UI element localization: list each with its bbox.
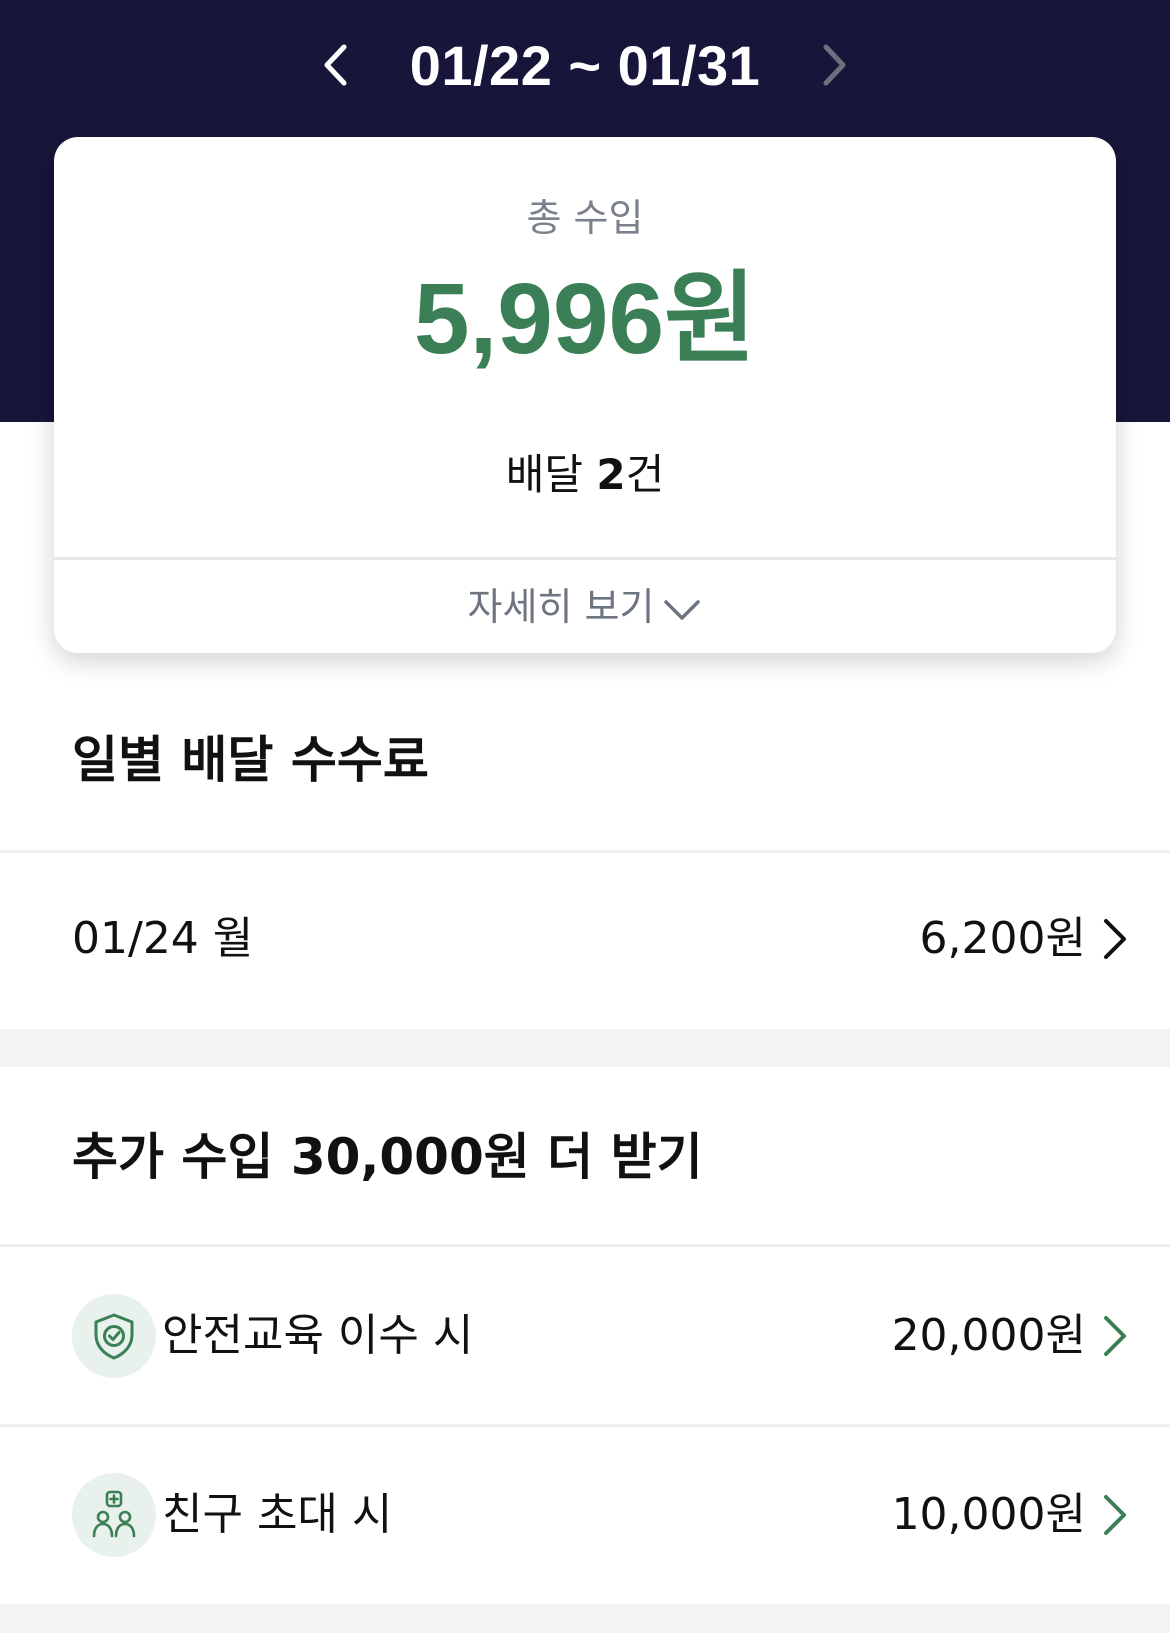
invite-friends-icon bbox=[72, 1473, 156, 1557]
daily-fee-title: 일별 배달 수수료 bbox=[72, 731, 429, 789]
next-period-button[interactable] bbox=[807, 40, 857, 90]
chevron-right-icon bbox=[1098, 915, 1130, 963]
total-income-card: 총 수입 5,996원 배달 2건 자세히 보기 bbox=[54, 137, 1116, 653]
bottom-gap bbox=[0, 1604, 1170, 1633]
date-range-title: 01/22 ~ 01/31 bbox=[409, 34, 761, 97]
daily-fee-row[interactable]: 01/24 월 6,200원 bbox=[0, 853, 1170, 1029]
delivery-count: 배달 2건 bbox=[54, 447, 1116, 503]
delivery-count-prefix: 배달 bbox=[505, 450, 597, 499]
chevron-left-icon bbox=[324, 44, 347, 86]
daily-fee-amount: 6,200원 bbox=[919, 913, 1086, 964]
previous-period-button[interactable] bbox=[313, 40, 363, 90]
extra-income-title: 추가 수입 30,000원 더 받기 bbox=[72, 1128, 703, 1186]
chevron-right-icon bbox=[1098, 1491, 1130, 1539]
section-gap bbox=[0, 1029, 1170, 1067]
invite-friends-row[interactable]: 친구 초대 시 10,000원 bbox=[0, 1427, 1170, 1604]
chevron-right-icon bbox=[823, 44, 846, 86]
invite-friends-amount: 10,000원 bbox=[891, 1489, 1086, 1540]
safety-training-row[interactable]: 안전교육 이수 시 20,000원 bbox=[0, 1247, 1170, 1424]
safety-training-amount: 20,000원 bbox=[891, 1310, 1086, 1361]
total-income-amount: 5,996원 bbox=[413, 263, 757, 375]
view-details-button[interactable]: 자세히 보기 bbox=[54, 560, 1116, 653]
safety-training-label: 안전교육 이수 시 bbox=[162, 1310, 474, 1361]
daily-fee-date: 01/24 월 bbox=[72, 913, 254, 964]
chevron-right-icon bbox=[1098, 1312, 1130, 1360]
total-income-label: 총 수입 bbox=[526, 196, 644, 240]
delivery-count-number: 2 bbox=[596, 450, 626, 499]
delivery-count-suffix: 건 bbox=[625, 450, 665, 499]
view-details-label: 자세히 보기 bbox=[467, 585, 655, 629]
date-navigation: 01/22 ~ 01/31 bbox=[0, 20, 1170, 110]
invite-friends-label: 친구 초대 시 bbox=[162, 1489, 393, 1540]
chevron-down-icon bbox=[664, 599, 701, 620]
shield-check-icon bbox=[72, 1294, 156, 1378]
